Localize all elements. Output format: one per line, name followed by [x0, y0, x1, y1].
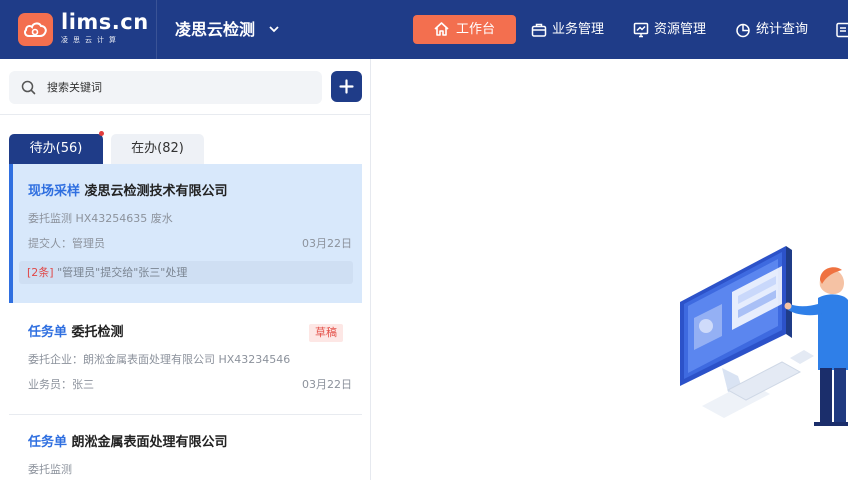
card-title: 任务单 委托检测	[28, 324, 124, 342]
brand-subtitle: 凌思云计算	[61, 36, 121, 44]
card-title: 任务单 朗淞金属表面处理有限公司	[28, 434, 228, 452]
card-salesperson: 业务员：张三	[28, 378, 94, 391]
task-list-panel: 待办(56) 在办(82) 现场采样 凌思云检测技术有限公司 委托监测 HX43…	[0, 59, 371, 480]
notification-dot	[99, 131, 104, 136]
header-divider	[156, 0, 157, 59]
search-icon	[21, 80, 36, 95]
plus-icon	[339, 79, 354, 94]
briefcase-icon	[531, 23, 547, 37]
chevron-down-icon[interactable]	[268, 24, 280, 34]
search-box[interactable]	[9, 71, 322, 104]
selection-indicator	[9, 164, 13, 303]
card-name: 委托检测	[71, 325, 124, 340]
card-meta: 委托企业：朗淞金属表面处理有限公司 HX43234546	[28, 353, 291, 366]
nav-item-label: 业务管理	[552, 22, 605, 37]
note-count: [2条]	[27, 266, 54, 279]
card-type: 任务单	[28, 325, 68, 340]
nav-item-workbench[interactable]: 工作台	[413, 15, 516, 44]
card-date: 03月22日	[302, 378, 352, 391]
divider	[0, 114, 370, 115]
tab-pending[interactable]: 待办(56)	[9, 134, 103, 164]
pie-chart-icon	[736, 23, 750, 38]
card-submitter: 提交人：管理员	[28, 237, 105, 250]
list-item[interactable]: 任务单 朗淞金属表面处理有限公司 委托监测	[9, 415, 362, 480]
nav-item-more[interactable]	[835, 21, 848, 39]
card-meta: 委托监测	[28, 463, 72, 476]
list-item[interactable]: 现场采样 凌思云检测技术有限公司 委托监测 HX43254635 废水 提交人：…	[9, 164, 362, 303]
top-navigation-bar: lims.cn 凌思云计算 凌思云检测 工作台 业务管理 资源管理 统计查询	[0, 0, 848, 59]
card-note: [2条] "管理员"提交给"张三"处理	[19, 261, 353, 284]
card-meta: 委托监测 HX43254635 废水	[28, 212, 173, 225]
card-title: 现场采样 凌思云检测技术有限公司	[28, 183, 228, 201]
list-item[interactable]: 任务单 委托检测 草稿 委托企业：朗淞金属表面处理有限公司 HX43234546…	[9, 303, 362, 415]
search-input[interactable]	[47, 77, 307, 98]
card-name: 凌思云检测技术有限公司	[84, 184, 228, 199]
card-type: 任务单	[28, 435, 68, 450]
brand[interactable]: lims.cn 凌思云计算	[61, 9, 149, 45]
nav-item-label: 工作台	[456, 22, 496, 37]
task-list: 现场采样 凌思云检测技术有限公司 委托监测 HX43254635 废水 提交人：…	[0, 164, 370, 480]
chart-board-icon	[633, 22, 649, 38]
status-badge: 草稿	[309, 324, 343, 342]
brand-name: lims.cn	[61, 10, 149, 34]
nav-item-label: 资源管理	[654, 22, 707, 37]
card-date: 03月22日	[302, 237, 352, 250]
nav-item-label: 统计查询	[756, 22, 809, 37]
tab-in-progress[interactable]: 在办(82)	[111, 134, 204, 164]
cloud-logo-icon[interactable]	[18, 13, 53, 46]
card-name: 朗淞金属表面处理有限公司	[71, 435, 228, 450]
workbench-illustration	[680, 246, 848, 426]
note-text: "管理员"提交给"张三"处理	[53, 266, 188, 279]
org-switcher-label[interactable]: 凌思云检测	[175, 19, 255, 41]
card-type: 现场采样	[28, 184, 81, 199]
document-icon	[836, 22, 848, 38]
add-button[interactable]	[331, 71, 362, 102]
home-icon	[434, 22, 449, 36]
